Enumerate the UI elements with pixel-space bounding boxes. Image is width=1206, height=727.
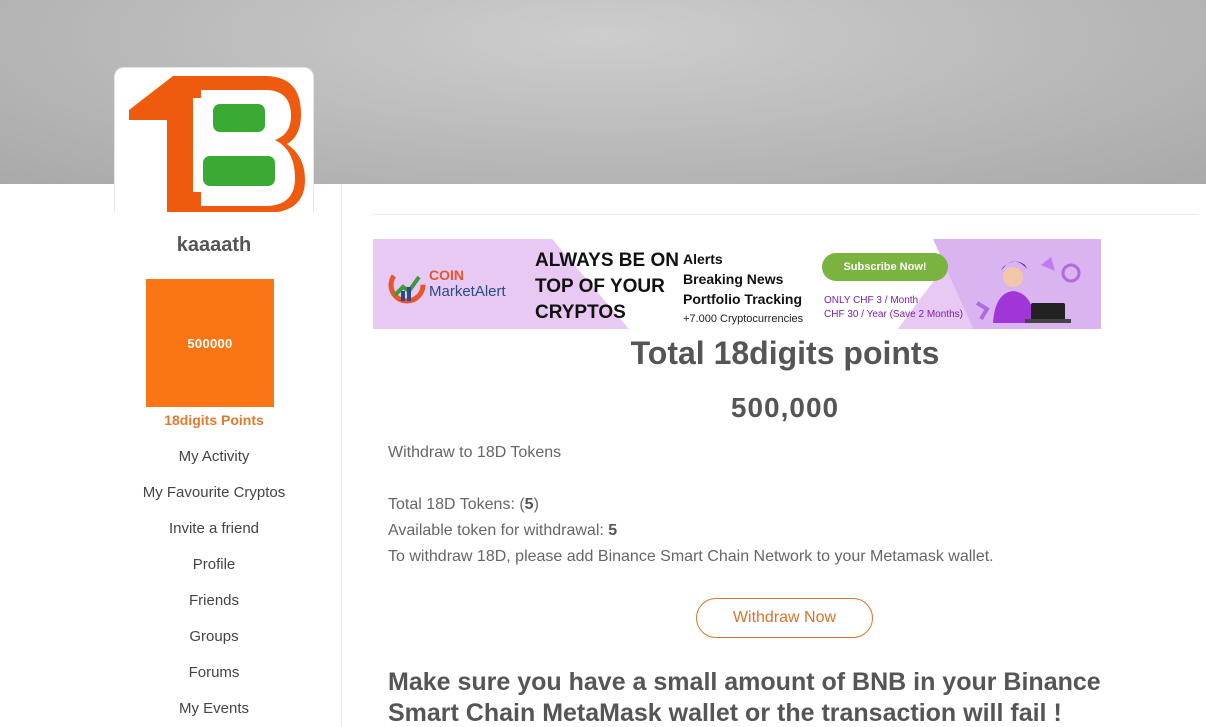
banner-price-month: ONLY CHF 3 / Month: [824, 295, 919, 306]
banner-brand-line2: MarketAlert: [429, 283, 506, 300]
sidebar-item-invite-a-friend[interactable]: Invite a friend: [84, 510, 344, 546]
sidebar-item-friends[interactable]: Friends: [84, 582, 344, 618]
available-label: Available token for withdrawal:: [388, 522, 609, 539]
page-title: Total 18digits points: [630, 335, 940, 371]
banner-feature-list: Alerts Breaking News Portfolio Tracking …: [683, 249, 823, 329]
sidebar-item-18digits-points[interactable]: 18digits Points: [84, 402, 344, 438]
available-value: 5: [608, 522, 618, 539]
bnb-warning: Make sure you have a small amount of BNB…: [388, 668, 1101, 727]
ad-banner[interactable]: COIN MarketAlert ALWAYS BE ON TOP OF YOU…: [373, 239, 1101, 329]
available-tokens-line: Available token for withdrawal: 5: [388, 522, 617, 540]
coinmarketalert-logo: COIN MarketAlert: [387, 265, 517, 305]
coin-chart-icon: [388, 266, 426, 304]
banner-brand-line1: COIN: [429, 267, 464, 283]
divider: [372, 214, 1198, 215]
points-total: 500,000: [730, 392, 840, 423]
total-tokens-suffix: ): [533, 496, 539, 513]
banner-feature: Alerts: [683, 251, 723, 267]
sidebar-item-profile[interactable]: Profile: [84, 546, 344, 582]
total-tokens-line: Total 18D Tokens: (5): [388, 496, 539, 514]
subscribe-button[interactable]: Subscribe Now!: [822, 253, 948, 281]
sidebar-item-my-events[interactable]: My Events: [84, 690, 344, 726]
banner-price-year: CHF 30 / Year (Save 2 Months): [824, 309, 963, 320]
points-tile[interactable]: 500000: [146, 279, 274, 407]
sidebar-item-groups[interactable]: Groups: [84, 618, 344, 654]
withdraw-instruction: To withdraw 18D, please add Binance Smar…: [388, 548, 994, 565]
banner-feature: Portfolio Tracking: [683, 291, 803, 307]
sidebar-nav: 18digits Points My Activity My Favourite…: [84, 402, 344, 726]
banner-feature: Breaking News: [683, 271, 784, 287]
sidebar-item-forums[interactable]: Forums: [84, 654, 344, 690]
total-tokens-value: 5: [524, 496, 534, 513]
withdraw-heading: Withdraw to 18D Tokens: [388, 444, 562, 461]
sidebar-item-my-favourite-cryptos[interactable]: My Favourite Cryptos: [84, 474, 344, 510]
banner-feature-note: +7.000 Cryptocurrencies: [683, 313, 804, 325]
avatar[interactable]: [114, 67, 314, 212]
person-laptop-illustration-icon: [975, 257, 1081, 323]
total-tokens-label: Total 18D Tokens: (: [388, 496, 525, 513]
sidebar-item-my-activity[interactable]: My Activity: [84, 438, 344, 474]
banner-headline: ALWAYS BE ON TOP OF YOUR CRYPTOS: [535, 250, 679, 323]
withdraw-now-button[interactable]: Withdraw Now: [696, 598, 873, 638]
logo-18-icon: [129, 76, 305, 212]
username: kaaaath: [176, 234, 252, 256]
